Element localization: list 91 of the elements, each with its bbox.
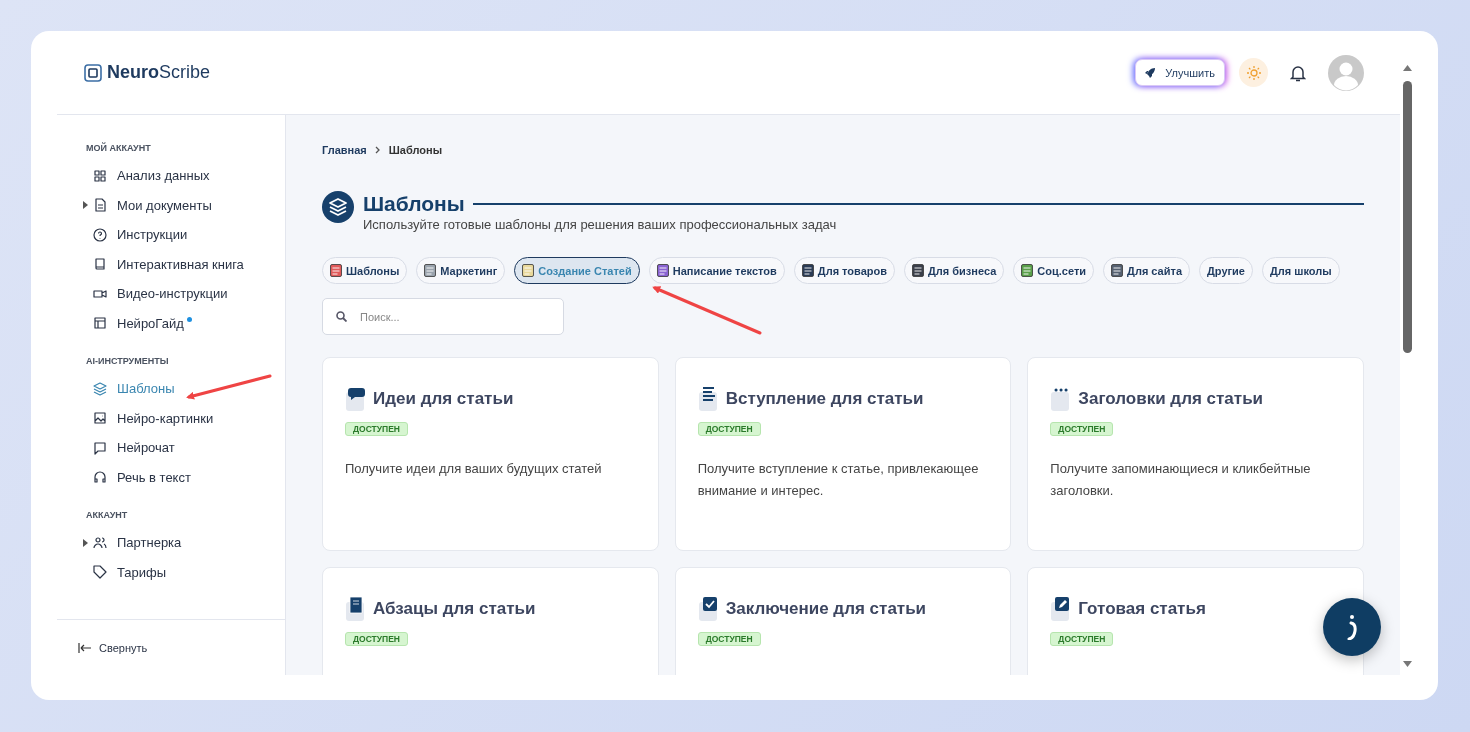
template-card[interactable]: Идеи для статьи ДОСТУПЕН Получите идеи для ваших будущих статей xyxy=(322,357,659,551)
card-title: Готовая статья xyxy=(1078,599,1206,619)
tile-icon xyxy=(656,264,669,277)
template-card[interactable]: Заголовки для статьи ДОСТУПЕН Получите запоминающиеся и кликбейтные заголовки. xyxy=(1027,357,1364,551)
help-icon xyxy=(93,227,107,242)
hook-glyph-icon xyxy=(1346,614,1358,640)
category-chip[interactable]: Шаблоны xyxy=(322,257,408,284)
upgrade-button[interactable]: Улучшить xyxy=(1135,59,1225,86)
sidebar-item[interactable]: Партнерка xyxy=(86,535,182,551)
tile-icon xyxy=(522,264,535,277)
page-title: Шаблоны xyxy=(363,191,465,217)
category-chip[interactable]: Другие xyxy=(1199,257,1253,284)
layout-icon xyxy=(93,316,107,331)
template-card[interactable]: Готовая статья ДОСТУПЕН xyxy=(1027,567,1364,675)
card-description: Получите запоминающиеся и кликбейтные заголовки. xyxy=(1050,460,1312,500)
tag-icon xyxy=(93,565,107,580)
breadcrumb-link[interactable]: Шаблоны xyxy=(388,144,443,156)
category-chip[interactable]: Для товаров xyxy=(793,257,895,284)
tile-icon xyxy=(912,264,924,277)
sidebar-item[interactable]: Видео-инструкции xyxy=(86,286,228,302)
tile-icon xyxy=(1111,264,1124,277)
section-heading: AI-ИНСТРУМЕНТЫ xyxy=(86,356,170,366)
status-badge: ДОСТУПЕН xyxy=(345,632,408,646)
category-chip[interactable]: Маркетинг xyxy=(416,257,506,284)
users-icon xyxy=(93,535,107,550)
section-heading: МОЙ АККАУНТ xyxy=(86,143,152,153)
card-title: Вступление для статьи xyxy=(725,389,924,409)
sun-icon xyxy=(1246,65,1261,80)
status-badge: ДОСТУПЕН xyxy=(697,632,761,646)
scrollbar-thumb[interactable] xyxy=(1403,81,1412,353)
layers-icon xyxy=(93,381,107,396)
template-card[interactable]: Заключение для статьи ДОСТУПЕН xyxy=(674,567,1012,675)
sidebar-item[interactable]: Речь в текст xyxy=(86,469,191,485)
category-chip[interactable]: Соц.сети xyxy=(1013,257,1095,284)
card-title: Заголовки для статьи xyxy=(1078,389,1264,409)
scrollbar[interactable] xyxy=(1400,65,1415,667)
sidebar-item[interactable]: Инструкции xyxy=(86,227,188,243)
section-heading: АККАУНТ xyxy=(86,510,129,520)
card-title: Заключение для статьи xyxy=(725,599,927,619)
status-badge: ДОСТУПЕН xyxy=(697,422,761,436)
sidebar-item[interactable]: Тарифы xyxy=(86,564,167,580)
logo-text: NeuroScribe xyxy=(107,62,211,83)
status-badge: ДОСТУПЕН xyxy=(1050,422,1114,436)
sidebar-item[interactable]: Нейро-картинки xyxy=(86,410,214,426)
sidebar-item[interactable]: Нейрочат xyxy=(86,440,175,456)
text-lines-icon xyxy=(697,386,720,412)
card-description: Получите вступление к статье, привлекающее внимание и интерес. xyxy=(697,460,980,500)
sidebar-item[interactable]: Шаблоны xyxy=(86,381,175,397)
template-card[interactable]: Абзацы для статьи ДОСТУПЕН xyxy=(322,567,659,675)
scroll-up-icon[interactable] xyxy=(1403,65,1412,71)
scroll-down-icon[interactable] xyxy=(1403,661,1412,667)
grid-icon xyxy=(93,168,107,183)
category-chip[interactable]: Для школы xyxy=(1262,257,1340,284)
card-title: Идеи для статьи xyxy=(373,389,514,409)
sidebar-item[interactable]: Интерактивная книга xyxy=(86,256,244,272)
logo-icon xyxy=(84,63,102,82)
caret-icon xyxy=(83,538,88,547)
book-icon xyxy=(345,596,367,622)
tile-icon xyxy=(801,264,814,277)
template-card[interactable]: Вступление для статьи ДОСТУПЕН Получите вступление к статье, привлекающее внимание и интерес. xyxy=(674,357,1012,551)
caret-icon xyxy=(83,201,88,210)
headphones-icon xyxy=(93,470,107,485)
notification-bell-icon[interactable] xyxy=(1290,63,1306,82)
collapse-arrow-icon xyxy=(78,642,91,653)
status-badge: ДОСТУПЕН xyxy=(1050,632,1114,646)
page-subtitle: Используйте готовые шаблоны для решения ваших профессиональных задач xyxy=(363,217,838,232)
checkbox-icon xyxy=(697,596,720,622)
sidebar-item[interactable]: Мои документы xyxy=(86,197,212,213)
speech-bubble-icon xyxy=(345,386,367,412)
chevron-right-icon xyxy=(374,146,381,154)
card-title: Абзацы для статьи xyxy=(373,599,536,619)
tile-icon xyxy=(1021,264,1034,277)
collapse-button[interactable]: Свернуть xyxy=(78,641,148,654)
search-field[interactable]: Поиск... xyxy=(322,298,564,335)
document-icon xyxy=(93,198,107,213)
layers-icon xyxy=(322,191,354,223)
rocket-icon xyxy=(1144,66,1157,79)
category-chip[interactable]: Для сайта xyxy=(1103,257,1190,284)
tile-icon xyxy=(330,264,342,277)
tile-icon xyxy=(424,264,437,277)
chat-icon xyxy=(93,440,107,455)
image-icon xyxy=(93,411,107,426)
book-icon xyxy=(93,257,107,272)
category-chip[interactable]: Написание текстов xyxy=(648,257,785,284)
sidebar-item[interactable]: НейроГайд xyxy=(86,315,184,331)
sidebar-item[interactable]: Анализ данных xyxy=(86,168,210,184)
category-chip[interactable]: Для бизнеса xyxy=(904,257,1005,284)
status-badge: ДОСТУПЕН xyxy=(345,422,408,436)
card-description: Получите идеи для ваших будущих статей xyxy=(345,460,603,478)
theme-toggle[interactable] xyxy=(1239,58,1268,87)
breadcrumb-link[interactable]: Главная xyxy=(322,144,367,156)
